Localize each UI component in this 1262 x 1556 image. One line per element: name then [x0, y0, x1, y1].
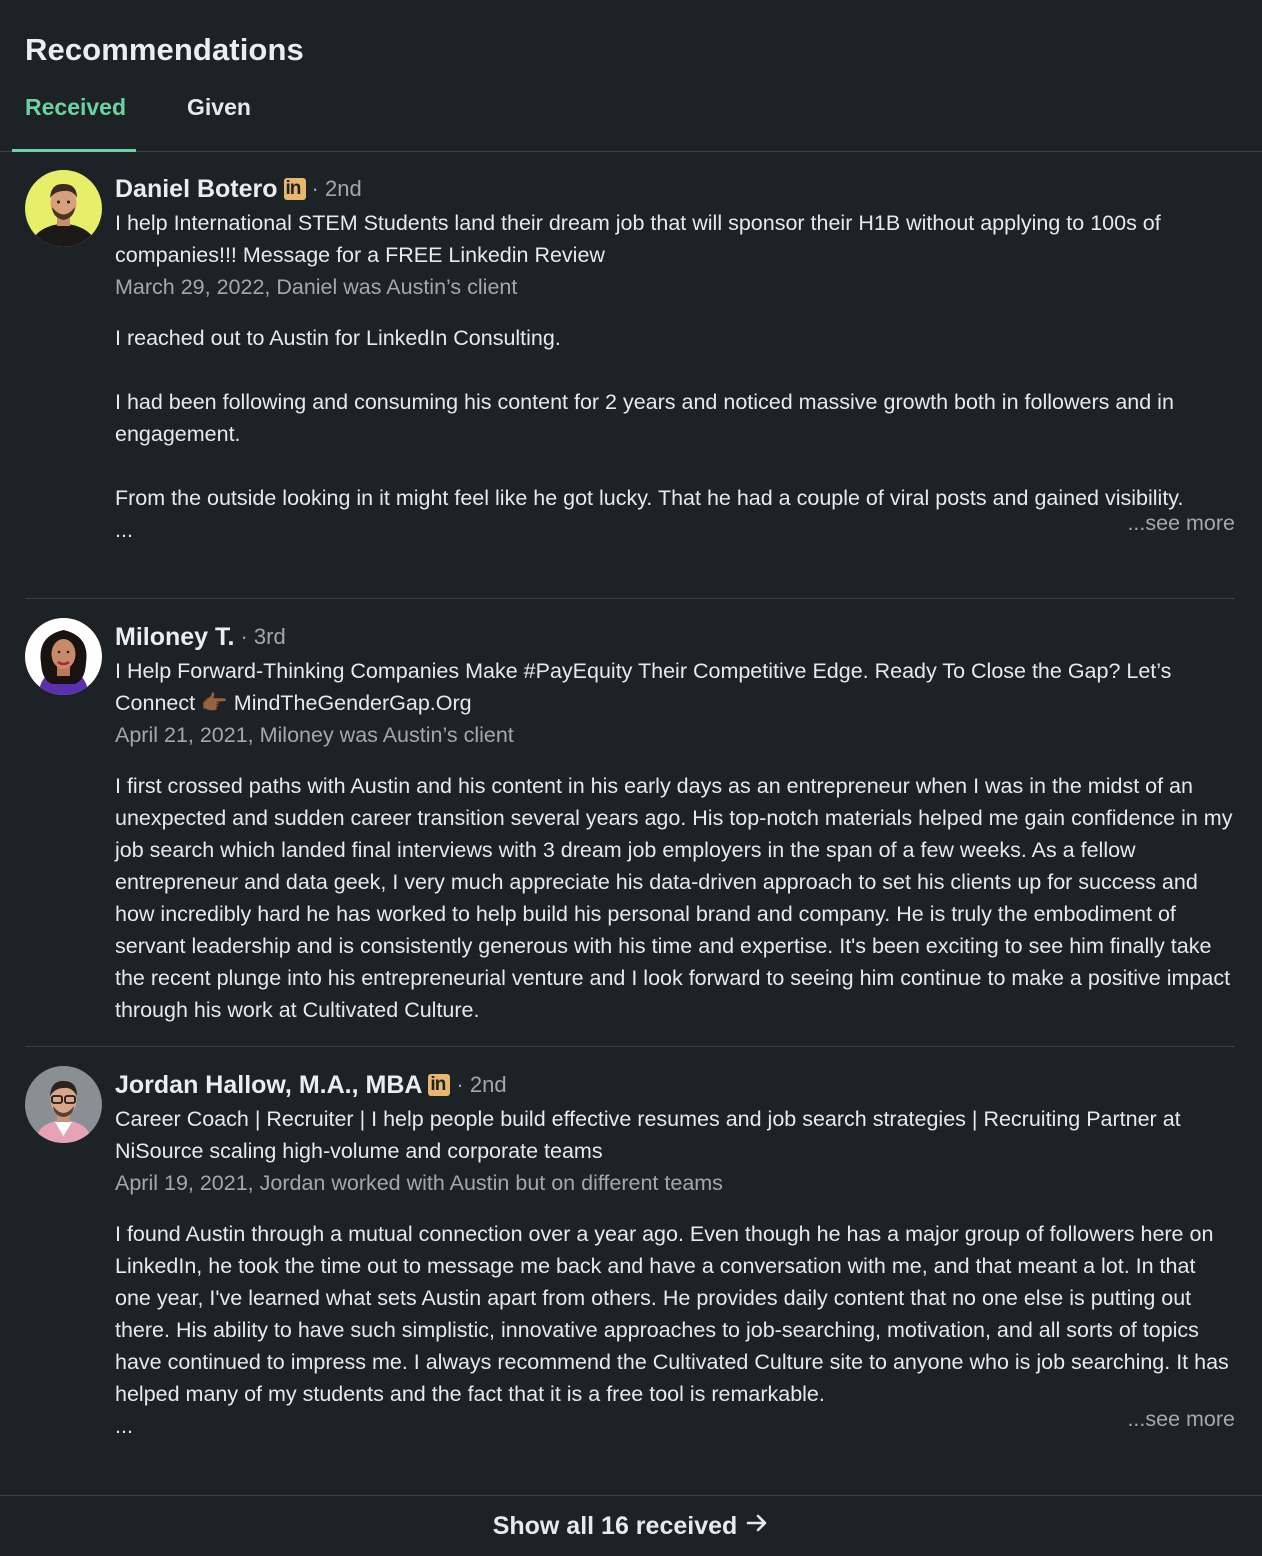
active-tab-indicator — [12, 149, 136, 152]
connection-degree: · 3rd — [240, 624, 286, 649]
truncation-row: ... ...see more — [115, 511, 1235, 548]
avatar[interactable] — [25, 618, 102, 695]
tab-given[interactable]: Given — [187, 94, 251, 121]
recommendation-paragraph: I found Austin through a mutual connecti… — [115, 1222, 1229, 1406]
recommendation-meta: April 21, 2021, Miloney was Austin’s cli… — [115, 723, 514, 747]
recommendations-section: Recommendations Received Given Daniel Bo… — [0, 0, 1262, 1555]
recommendation-paragraph: I first crossed paths with Austin and hi… — [115, 774, 1233, 1022]
ellipsis: ... — [115, 518, 133, 542]
connection-degree: · 2nd — [311, 176, 362, 201]
recommendation-text: I first crossed paths with Austin and hi… — [115, 770, 1235, 1026]
see-more-link[interactable]: ...see more — [1127, 1407, 1235, 1432]
name-row: Miloney T. · 3rd — [115, 620, 1235, 654]
linkedin-icon-text: in — [285, 178, 302, 199]
section-title: Recommendations — [25, 32, 304, 67]
tab-bar: Received Given — [0, 84, 1262, 152]
name-row: Daniel Botero in · 2nd — [115, 172, 1235, 206]
recommendation-meta: March 29, 2022, Daniel was Austin’s clie… — [115, 275, 518, 299]
avatar[interactable] — [25, 1066, 102, 1143]
divider — [25, 598, 1235, 599]
recommendation-paragraph: I reached out to Austin for LinkedIn Con… — [115, 326, 561, 350]
recommendation-meta: April 19, 2021, Jordan worked with Austi… — [115, 1171, 723, 1195]
name-row: Jordan Hallow, M.A., MBA in · 2nd — [115, 1068, 1235, 1102]
recommendation-text: I reached out to Austin for LinkedIn Con… — [115, 322, 1235, 514]
connection-degree: · 2nd — [456, 1072, 507, 1097]
ellipsis: ... — [115, 1414, 133, 1438]
arrow-right-icon — [745, 1511, 769, 1542]
truncation-row: ... ...see more — [115, 1407, 1235, 1444]
recommendation-paragraph: From the outside looking in it might fee… — [115, 486, 1184, 510]
recommendation-text: I found Austin through a mutual connecti… — [115, 1218, 1235, 1410]
recommender-name[interactable]: Daniel Botero — [115, 175, 278, 204]
recommender-name[interactable]: Jordan Hallow, M.A., MBA — [115, 1071, 422, 1100]
recommender-headline: I help International STEM Students land … — [115, 211, 1161, 267]
recommender-name[interactable]: Miloney T. — [115, 623, 234, 652]
tab-received[interactable]: Received — [25, 94, 126, 121]
recommender-headline: Career Coach | Recruiter | I help people… — [115, 1107, 1181, 1163]
show-all-label: Show all 16 received — [492, 1511, 738, 1540]
avatar[interactable] — [25, 170, 102, 247]
divider — [25, 1046, 1235, 1047]
footer: Show all 16 received — [0, 1495, 1262, 1556]
linkedin-icon: in — [283, 178, 306, 200]
linkedin-icon-text: in — [430, 1074, 446, 1095]
recommender-headline: I Help Forward-Thinking Companies Make #… — [115, 659, 1172, 715]
show-all-button[interactable]: Show all 16 received — [493, 1511, 770, 1542]
recommendation-paragraph: I had been following and consuming his c… — [115, 390, 1174, 446]
linkedin-icon: in — [428, 1074, 451, 1096]
see-more-link[interactable]: ...see more — [1127, 511, 1235, 536]
